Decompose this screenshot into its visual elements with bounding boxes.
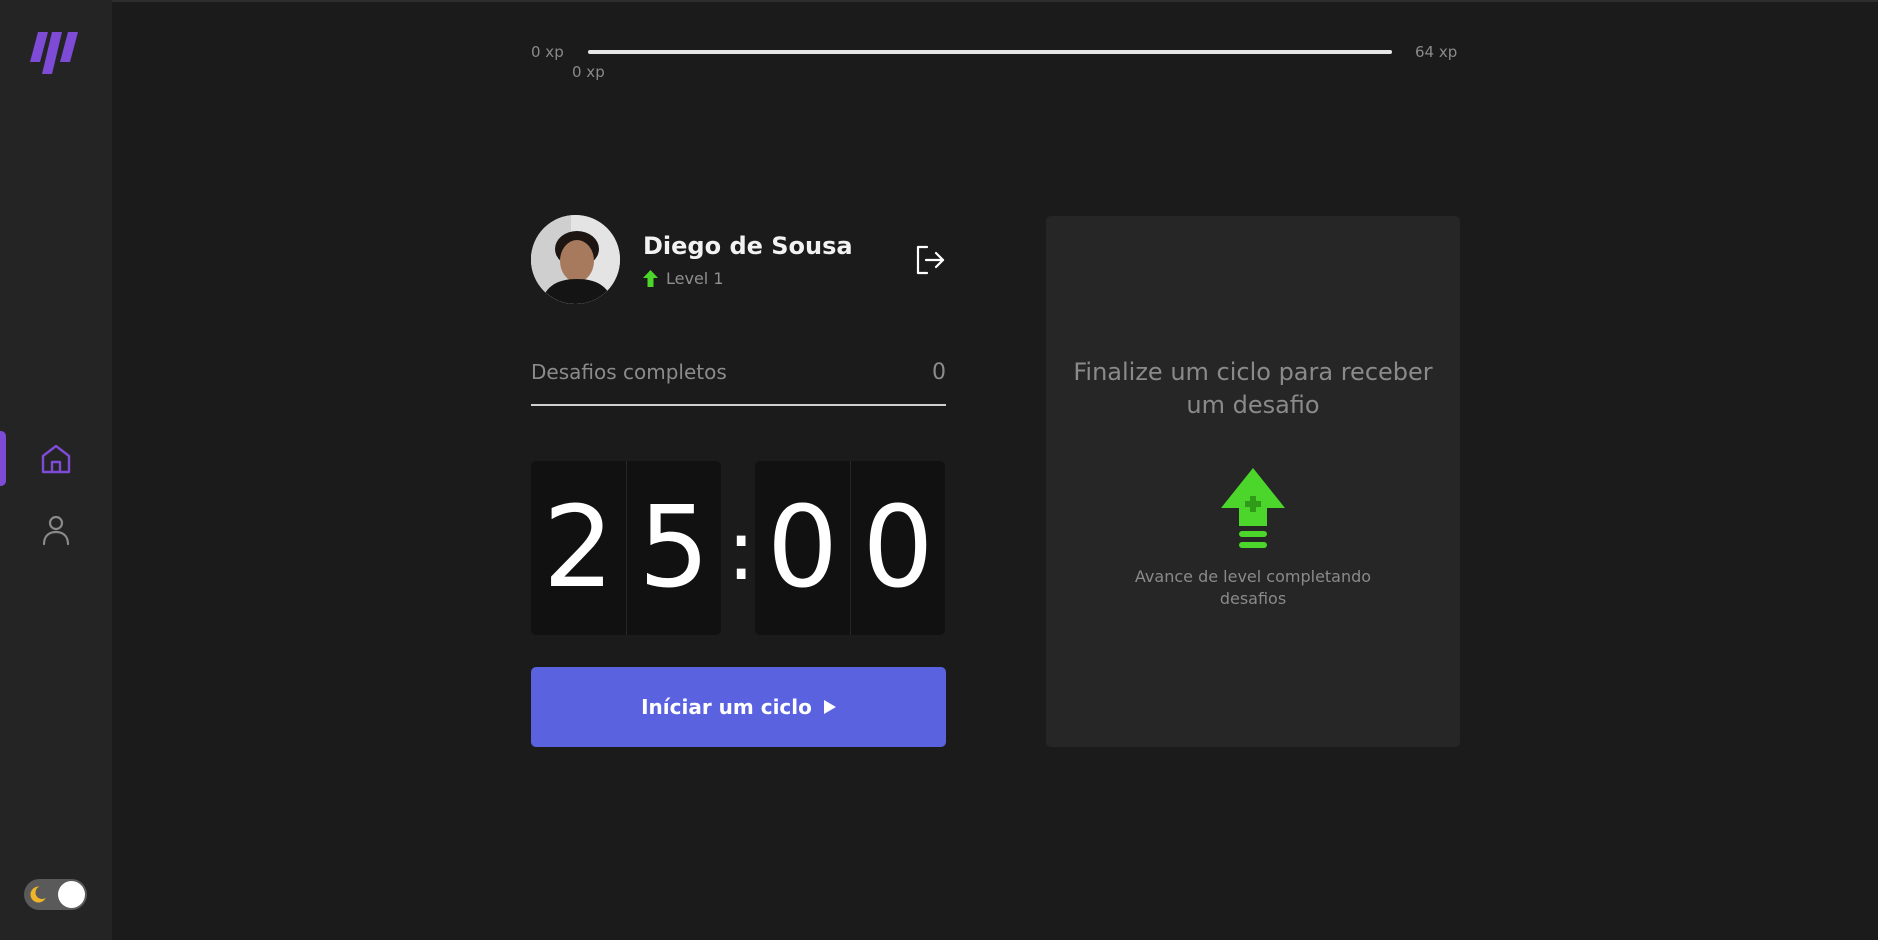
countdown-seconds: 0 0 (755, 461, 945, 635)
app-window: 0 xp 64 xp 0 xp Diego de Sousa Level 1 D… (0, 0, 1878, 940)
level-up-arrow-icon (1221, 468, 1285, 548)
theme-toggle-knob (58, 881, 85, 908)
sidebar (0, 0, 112, 940)
countdown-digit: 0 (755, 461, 850, 635)
start-cycle-button[interactable]: Iníciar um ciclo (531, 667, 946, 747)
logout-icon[interactable] (913, 243, 947, 277)
user-icon (42, 515, 70, 546)
challenges-label: Desafios completos (531, 360, 727, 384)
challenges-divider (531, 404, 946, 406)
xp-progress-track (588, 50, 1392, 54)
start-cycle-label: Iníciar um ciclo (641, 695, 812, 719)
sidebar-item-home[interactable] (0, 431, 112, 487)
level-row: Level 1 (643, 269, 724, 288)
xp-max-label: 64 xp (1415, 43, 1458, 61)
user-name: Diego de Sousa (643, 232, 853, 260)
brand-logo-icon[interactable] (30, 30, 82, 78)
play-icon (823, 700, 836, 714)
level-up-icon (643, 269, 658, 287)
challenge-card-title: Finalize um ciclo para receber um desafi… (1073, 358, 1433, 419)
challenge-card-text: Avance de level completando desafios (1134, 567, 1372, 608)
avatar (531, 215, 620, 304)
countdown-digit: 0 (850, 461, 945, 635)
sidebar-item-profile[interactable] (0, 502, 112, 558)
theme-toggle[interactable] (24, 879, 87, 910)
countdown-digit: 2 (531, 461, 626, 635)
xp-current-label: 0 xp (572, 63, 605, 81)
top-border (0, 0, 1878, 2)
challenges-completed: Desafios completos 0 (531, 360, 946, 385)
home-icon (41, 444, 71, 474)
xp-min-label: 0 xp (531, 43, 564, 61)
countdown-digit: 5 (626, 461, 721, 635)
xp-progress-fill (588, 50, 1392, 54)
challenge-card: Finalize um ciclo para receber um desafi… (1046, 216, 1460, 747)
challenges-count: 0 (932, 360, 946, 385)
avatar-photo (531, 215, 620, 304)
countdown-minutes: 2 5 (531, 461, 721, 635)
countdown-separator: : (727, 501, 756, 599)
moon-icon (30, 886, 47, 903)
level-label: Level 1 (666, 269, 724, 288)
